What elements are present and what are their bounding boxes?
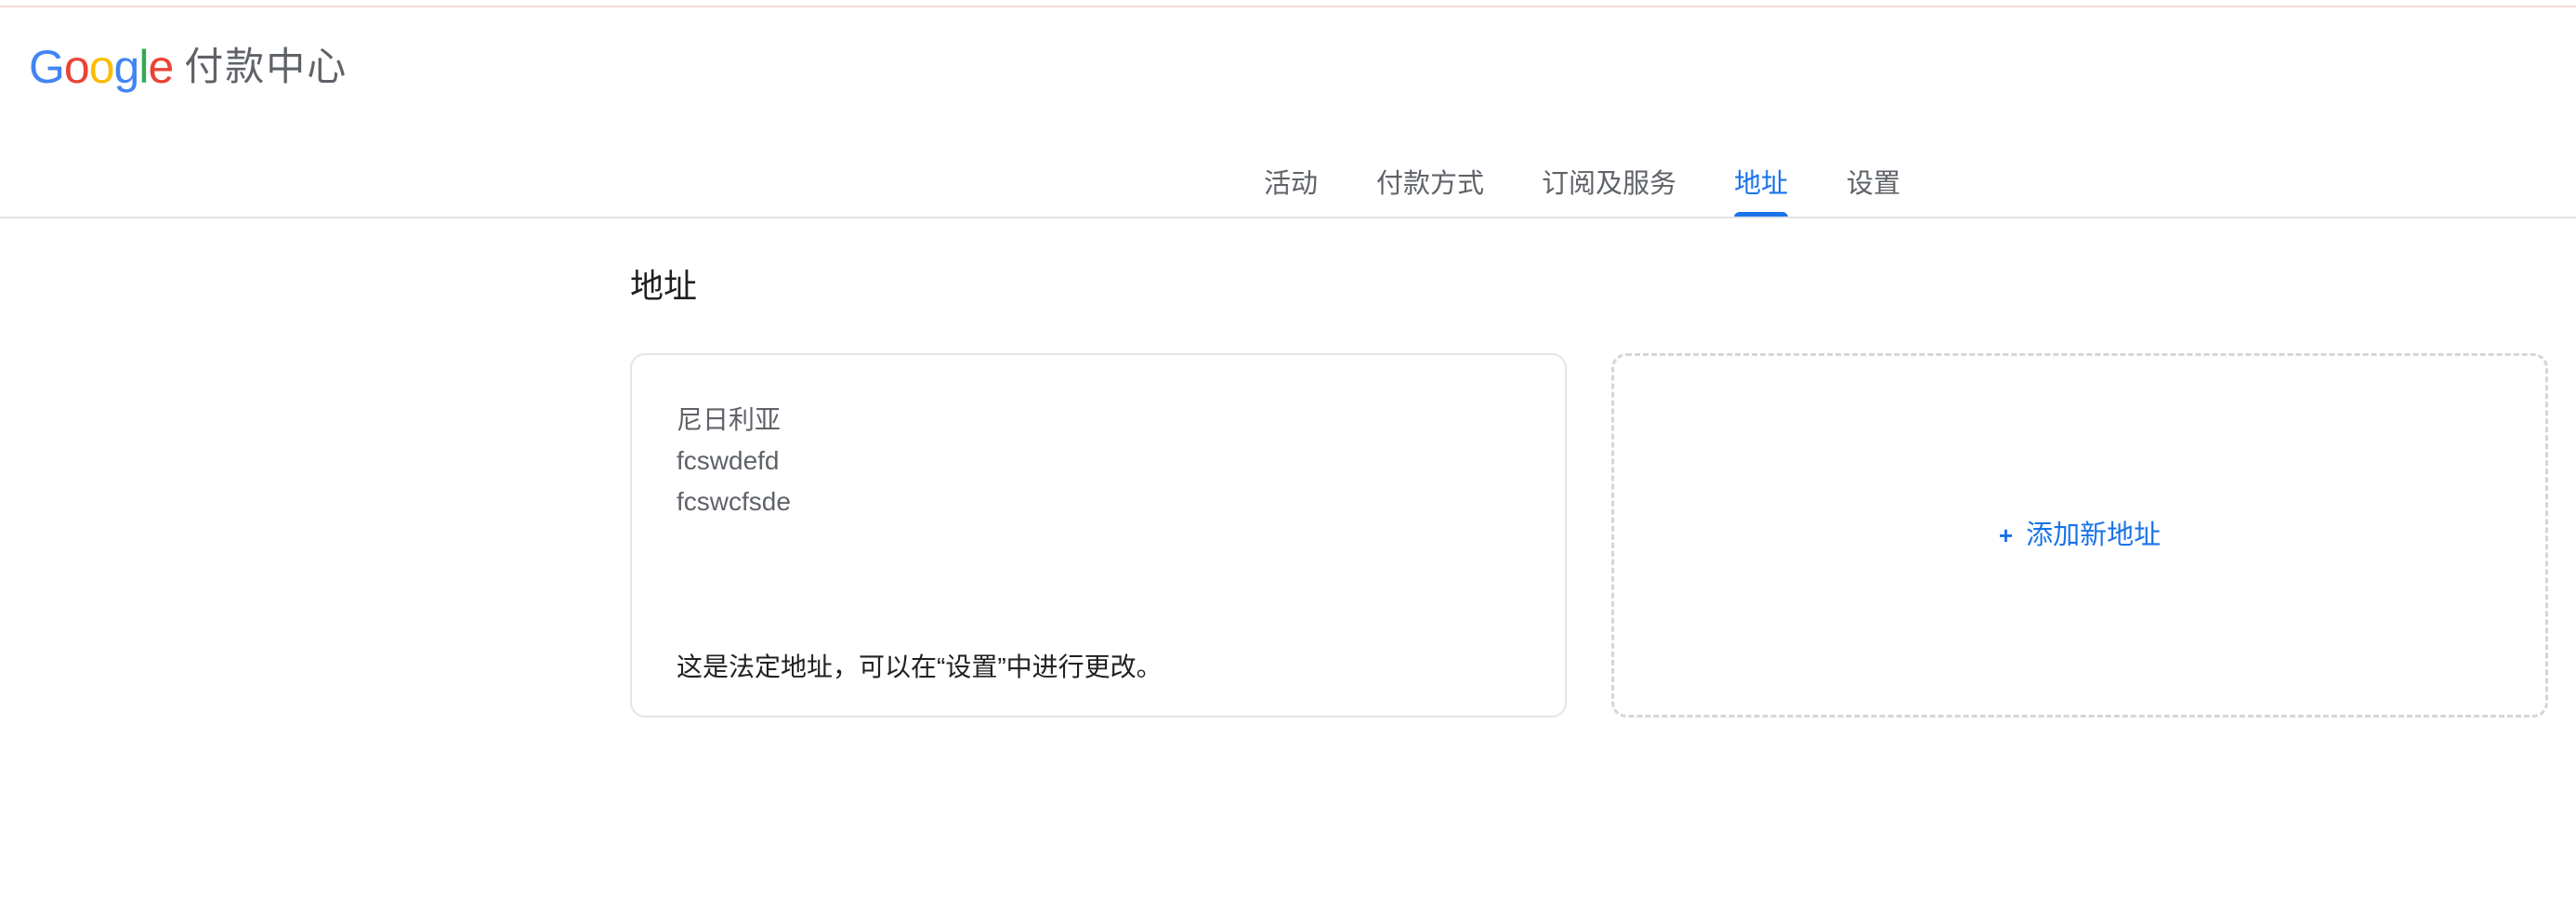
tab-label: 活动 <box>1264 169 1319 199</box>
tabs-divider <box>0 217 2576 218</box>
tab-settings[interactable]: 设置 <box>1847 156 1900 217</box>
tab-addresses[interactable]: 地址 <box>1734 156 1789 217</box>
address-country: 尼日利亚 <box>677 405 782 434</box>
tab-payment-methods[interactable]: 付款方式 <box>1376 156 1484 217</box>
tab-activity[interactable]: 活动 <box>1264 156 1318 217</box>
add-address-card[interactable]: + 添加新地址 <box>1611 353 2548 718</box>
address-line-2: fcswcfsde <box>677 487 791 516</box>
logo-letter: o <box>88 41 115 93</box>
address-card[interactable]: 尼日利亚 fcswdefd fcswcfsde 这是法定地址，可以在“设置”中进… <box>630 353 1567 718</box>
top-accent-line <box>0 0 2576 7</box>
tab-label: 付款方式 <box>1376 169 1485 199</box>
address-lines: 尼日利亚 fcswdefd fcswcfsde <box>677 400 791 522</box>
tab-label: 设置 <box>1847 169 1901 199</box>
logo-letter: G <box>29 41 65 93</box>
legal-address-note: 这是法定地址，可以在“设置”中进行更改。 <box>677 652 1163 681</box>
plus-icon: + <box>1998 521 2014 549</box>
address-line-1: fcswdefd <box>677 446 780 475</box>
add-new-address-button[interactable]: + 添加新地址 <box>1999 517 2161 554</box>
tab-bar: 活动 付款方式 订阅及服务 地址 设置 <box>0 156 2576 217</box>
logo-letter: o <box>63 41 90 93</box>
tab-label: 订阅及服务 <box>1542 169 1677 199</box>
add-new-address-label: 添加新地址 <box>2026 520 2162 550</box>
app-title: 付款中心 <box>184 45 348 88</box>
google-logo: Google <box>29 39 174 95</box>
logo-letter: e <box>148 41 174 93</box>
logo-letter: l <box>138 41 149 93</box>
page-title: 地址 <box>630 267 698 305</box>
header-brand[interactable]: Google 付款中心 <box>29 39 348 95</box>
tab-subscriptions-services[interactable]: 订阅及服务 <box>1542 156 1676 217</box>
payments-center-page: Google 付款中心 活动 付款方式 订阅及服务 地址 设置 地址 尼日利亚 … <box>0 0 2576 909</box>
logo-letter: g <box>113 41 140 93</box>
tab-label: 地址 <box>1734 169 1789 199</box>
